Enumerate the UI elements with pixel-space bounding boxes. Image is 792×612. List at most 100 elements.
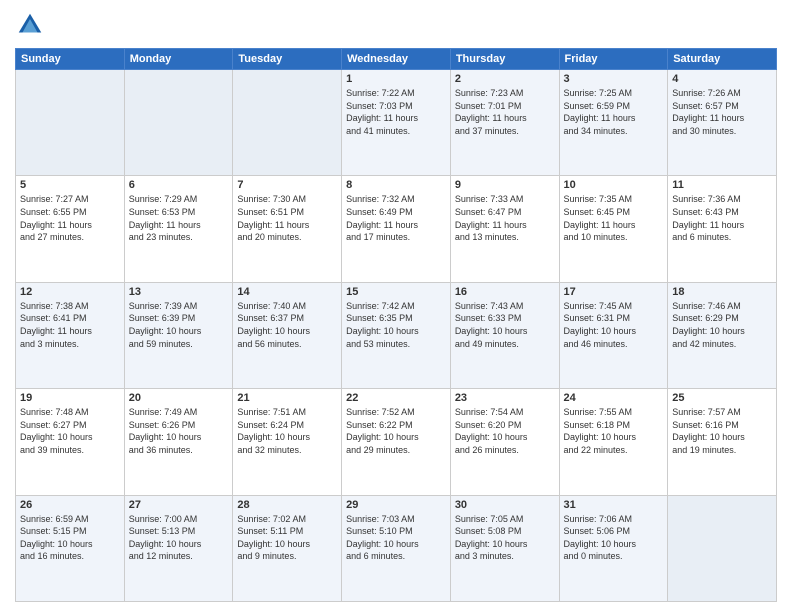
calendar-day-cell: 31 Sunrise: 7:06 AM Sunset: 5:06 PM Dayli… [559,495,668,601]
calendar-week-row: 1Sunrise: 7:22 AM Sunset: 7:03 PM Daylig… [16,70,777,176]
day-info: Sunrise: 6:59 AM Sunset: 5:15 PM Dayligh… [20,513,120,563]
weekday-header-tuesday: Tuesday [233,49,342,70]
day-number: 12 [20,286,120,298]
calendar-day-cell: 29 Sunrise: 7:03 AM Sunset: 5:10 PM Dayli… [342,495,451,601]
calendar-week-row: 5 Sunrise: 7:27 AM Sunset: 6:55 PM Daylig… [16,176,777,282]
calendar-day-cell: 23 Sunrise: 7:54 AM Sunset: 6:20 PM Dayli… [450,389,559,495]
day-number: 4 [672,73,772,85]
calendar-week-row: 26 Sunrise: 6:59 AM Sunset: 5:15 PM Dayli… [16,495,777,601]
day-number: 15 [346,286,446,298]
calendar-day-cell: 20 Sunrise: 7:49 AM Sunset: 6:26 PM Dayli… [124,389,233,495]
day-number: 13 [129,286,229,298]
calendar-week-row: 12Sunrise: 7:38 AM Sunset: 6:41 PM Dayli… [16,282,777,388]
calendar-day-cell: 10 Sunrise: 7:35 AM Sunset: 6:45 PM Dayli… [559,176,668,282]
day-info: Sunrise: 7:48 AM Sunset: 6:27 PM Dayligh… [20,406,120,456]
day-number: 10 [564,179,664,191]
weekday-header-thursday: Thursday [450,49,559,70]
day-info: Sunrise: 7:25 AM Sunset: 6:59 PM Dayligh… [564,87,664,137]
calendar-day-cell: 14 Sunrise: 7:40 AM Sunset: 6:37 PM Dayli… [233,282,342,388]
day-number: 19 [20,392,120,404]
calendar-day-cell: 13Sunrise: 7:39 AM Sunset: 6:39 PM Dayli… [124,282,233,388]
calendar-day-cell [124,70,233,176]
day-info: Sunrise: 7:40 AM Sunset: 6:37 PM Dayligh… [237,300,337,350]
weekday-header-sunday: Sunday [16,49,125,70]
day-info: Sunrise: 7:26 AM Sunset: 6:57 PM Dayligh… [672,87,772,137]
calendar-day-cell: 11 Sunrise: 7:36 AM Sunset: 6:43 PM Dayli… [668,176,777,282]
calendar-day-cell: 19 Sunrise: 7:48 AM Sunset: 6:27 PM Dayli… [16,389,125,495]
calendar-day-cell: 4 Sunrise: 7:26 AM Sunset: 6:57 PM Daylig… [668,70,777,176]
day-number: 6 [129,179,229,191]
day-info: Sunrise: 7:46 AM Sunset: 6:29 PM Dayligh… [672,300,772,350]
header [15,10,777,40]
day-number: 7 [237,179,337,191]
day-number: 16 [455,286,555,298]
weekday-header-friday: Friday [559,49,668,70]
logo [15,10,49,40]
day-info: Sunrise: 7:32 AM Sunset: 6:49 PM Dayligh… [346,193,446,243]
day-number: 14 [237,286,337,298]
day-number: 25 [672,392,772,404]
day-number: 31 [564,499,664,511]
calendar-day-cell: 22 Sunrise: 7:52 AM Sunset: 6:22 PM Dayli… [342,389,451,495]
day-number: 5 [20,179,120,191]
calendar-day-cell: 15 Sunrise: 7:42 AM Sunset: 6:35 PM Dayli… [342,282,451,388]
weekday-header-row: SundayMondayTuesdayWednesdayThursdayFrid… [16,49,777,70]
weekday-header-saturday: Saturday [668,49,777,70]
day-number: 11 [672,179,772,191]
calendar-day-cell: 1Sunrise: 7:22 AM Sunset: 7:03 PM Daylig… [342,70,451,176]
logo-icon [15,10,45,40]
day-info: Sunrise: 7:22 AM Sunset: 7:03 PM Dayligh… [346,87,446,137]
calendar-day-cell: 30 Sunrise: 7:05 AM Sunset: 5:08 PM Dayli… [450,495,559,601]
day-info: Sunrise: 7:29 AM Sunset: 6:53 PM Dayligh… [129,193,229,243]
day-info: Sunrise: 7:45 AM Sunset: 6:31 PM Dayligh… [564,300,664,350]
day-info: Sunrise: 7:03 AM Sunset: 5:10 PM Dayligh… [346,513,446,563]
day-number: 27 [129,499,229,511]
day-number: 22 [346,392,446,404]
calendar-day-cell: 17 Sunrise: 7:45 AM Sunset: 6:31 PM Dayli… [559,282,668,388]
day-number: 2 [455,73,555,85]
day-info: Sunrise: 7:02 AM Sunset: 5:11 PM Dayligh… [237,513,337,563]
day-info: Sunrise: 7:30 AM Sunset: 6:51 PM Dayligh… [237,193,337,243]
day-info: Sunrise: 7:52 AM Sunset: 6:22 PM Dayligh… [346,406,446,456]
day-number: 9 [455,179,555,191]
calendar-day-cell: 5 Sunrise: 7:27 AM Sunset: 6:55 PM Daylig… [16,176,125,282]
day-info: Sunrise: 7:05 AM Sunset: 5:08 PM Dayligh… [455,513,555,563]
day-info: Sunrise: 7:54 AM Sunset: 6:20 PM Dayligh… [455,406,555,456]
calendar-day-cell: 27 Sunrise: 7:00 AM Sunset: 5:13 PM Dayli… [124,495,233,601]
calendar-day-cell [233,70,342,176]
calendar-day-cell: 21Sunrise: 7:51 AM Sunset: 6:24 PM Dayli… [233,389,342,495]
calendar-day-cell: 26 Sunrise: 6:59 AM Sunset: 5:15 PM Dayli… [16,495,125,601]
day-number: 17 [564,286,664,298]
day-info: Sunrise: 7:27 AM Sunset: 6:55 PM Dayligh… [20,193,120,243]
day-number: 18 [672,286,772,298]
calendar-day-cell: 6 Sunrise: 7:29 AM Sunset: 6:53 PM Daylig… [124,176,233,282]
day-info: Sunrise: 7:36 AM Sunset: 6:43 PM Dayligh… [672,193,772,243]
day-number: 8 [346,179,446,191]
day-info: Sunrise: 7:49 AM Sunset: 6:26 PM Dayligh… [129,406,229,456]
day-info: Sunrise: 7:55 AM Sunset: 6:18 PM Dayligh… [564,406,664,456]
calendar-day-cell: 3Sunrise: 7:25 AM Sunset: 6:59 PM Daylig… [559,70,668,176]
weekday-header-wednesday: Wednesday [342,49,451,70]
calendar-table: SundayMondayTuesdayWednesdayThursdayFrid… [15,48,777,602]
day-number: 20 [129,392,229,404]
day-info: Sunrise: 7:35 AM Sunset: 6:45 PM Dayligh… [564,193,664,243]
calendar-day-cell: 16 Sunrise: 7:43 AM Sunset: 6:33 PM Dayli… [450,282,559,388]
calendar-day-cell: 28Sunrise: 7:02 AM Sunset: 5:11 PM Dayli… [233,495,342,601]
day-number: 29 [346,499,446,511]
day-info: Sunrise: 7:00 AM Sunset: 5:13 PM Dayligh… [129,513,229,563]
calendar-day-cell [16,70,125,176]
day-info: Sunrise: 7:43 AM Sunset: 6:33 PM Dayligh… [455,300,555,350]
calendar-day-cell: 12Sunrise: 7:38 AM Sunset: 6:41 PM Dayli… [16,282,125,388]
calendar-day-cell [668,495,777,601]
calendar-day-cell: 7 Sunrise: 7:30 AM Sunset: 6:51 PM Daylig… [233,176,342,282]
day-number: 23 [455,392,555,404]
day-info: Sunrise: 7:42 AM Sunset: 6:35 PM Dayligh… [346,300,446,350]
day-number: 26 [20,499,120,511]
day-info: Sunrise: 7:23 AM Sunset: 7:01 PM Dayligh… [455,87,555,137]
day-info: Sunrise: 7:51 AM Sunset: 6:24 PM Dayligh… [237,406,337,456]
calendar-day-cell: 25Sunrise: 7:57 AM Sunset: 6:16 PM Dayli… [668,389,777,495]
calendar-day-cell: 2 Sunrise: 7:23 AM Sunset: 7:01 PM Daylig… [450,70,559,176]
day-info: Sunrise: 7:33 AM Sunset: 6:47 PM Dayligh… [455,193,555,243]
day-number: 30 [455,499,555,511]
day-info: Sunrise: 7:06 AM Sunset: 5:06 PM Dayligh… [564,513,664,563]
